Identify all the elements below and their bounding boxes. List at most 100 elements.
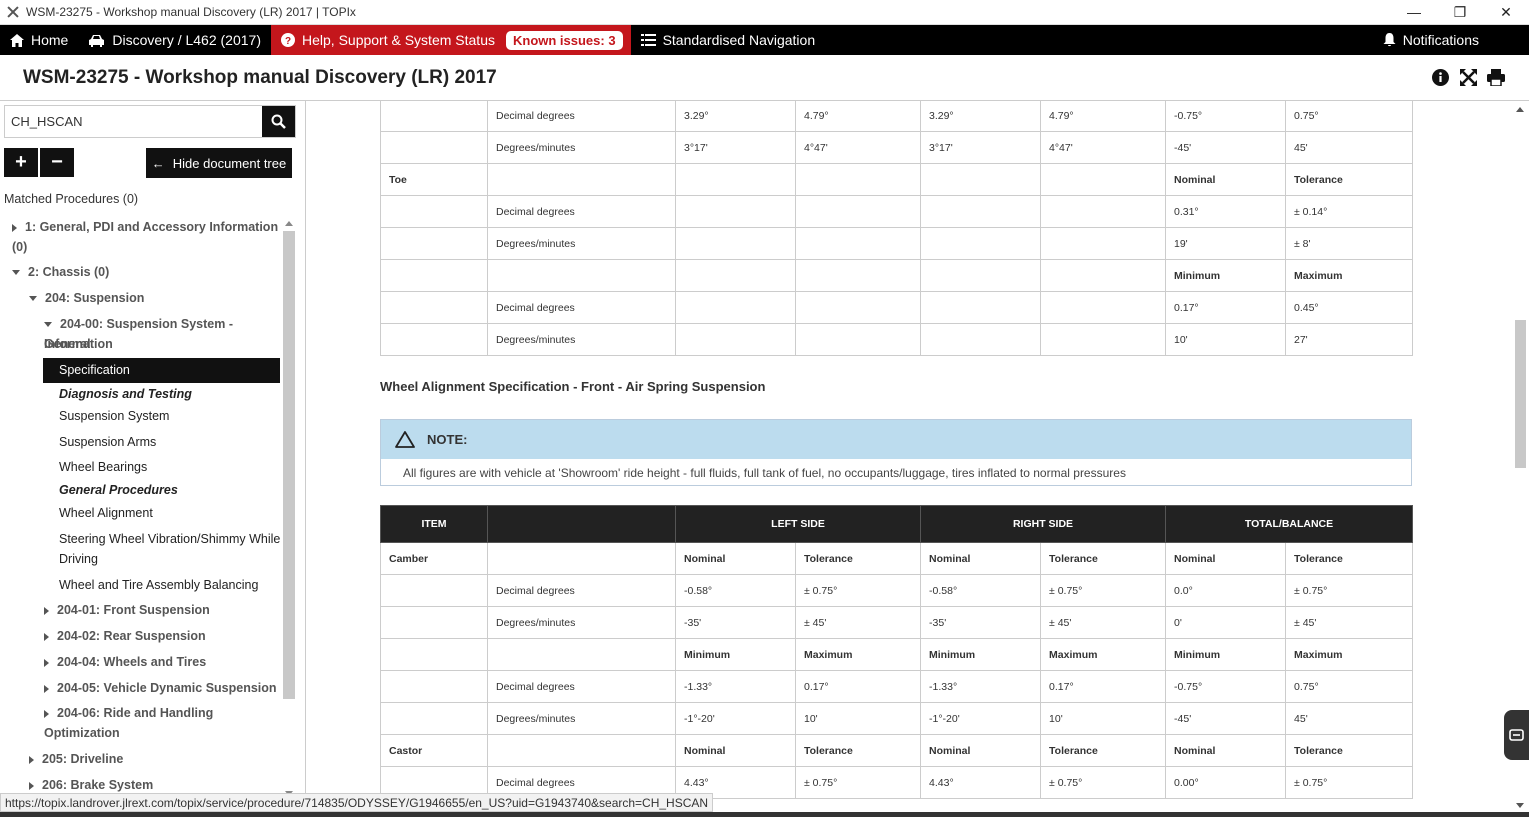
search-icon	[271, 114, 286, 129]
sidebar-scroll-thumb[interactable]	[283, 231, 295, 699]
caret-right-icon	[29, 755, 34, 764]
tree-item-wheel-bearings[interactable]: Wheel Bearings	[59, 457, 147, 477]
page-title: WSM-23275 - Workshop manual Discovery (L…	[23, 66, 497, 88]
tree-item-rear-suspension[interactable]: 204-02: Rear Suspension	[44, 626, 206, 646]
sidebar-scrollbar[interactable]	[283, 221, 295, 796]
scroll-up-icon[interactable]	[285, 221, 293, 226]
window-title: WSM-23275 - Workshop manual Discovery (L…	[26, 5, 356, 19]
close-button[interactable]: ✕	[1483, 0, 1529, 25]
tree-item-wheel-alignment[interactable]: Wheel Alignment	[59, 503, 153, 523]
column-header: RIGHT SIDE	[920, 505, 1167, 543]
hide-tree-label: Hide document tree	[172, 155, 287, 171]
column-header	[487, 505, 676, 543]
tree-item-suspension-arms[interactable]: Suspension Arms	[59, 432, 156, 452]
caret-down-icon	[44, 322, 52, 328]
column-header: ITEM	[380, 505, 488, 543]
nav-notifications[interactable]: Notifications	[1373, 25, 1529, 55]
caret-down-icon	[29, 296, 37, 302]
maximize-button[interactable]: ❐	[1437, 0, 1483, 25]
nav-vehicle[interactable]: Discovery / L462 (2017)	[78, 25, 271, 55]
expand-all-button[interactable]: +	[4, 148, 38, 177]
table-row: Decimal degrees 0.17° 0.45°	[380, 291, 1413, 324]
nav-notifications-label: Notifications	[1402, 32, 1479, 48]
scroll-down-icon[interactable]	[1516, 803, 1524, 808]
document-content: Decimal degrees 3.29° 4.79° 3.29° 4.79° -0.75…	[307, 101, 1512, 801]
nav-help[interactable]: ? Help, Support & System Status Known is…	[271, 25, 631, 55]
table-row: Degrees/minutes 3°17' 4°47' 3°17' 4°47' -45' 4…	[380, 131, 1413, 164]
content-scroll-thumb[interactable]	[1515, 320, 1526, 468]
table-row: Decimal degrees 0.31° ± 0.14°	[380, 195, 1413, 228]
column-header: TOTAL/BALANCE	[1165, 505, 1414, 543]
status-url: https://topix.landrover.jlrext.com/topix…	[0, 793, 714, 812]
caret-right-icon	[44, 606, 49, 615]
tree-item-brake-system[interactable]: 206: Brake System	[29, 775, 153, 793]
hide-document-tree-button[interactable]: ← Hide document tree	[146, 148, 292, 178]
app-icon	[6, 5, 20, 19]
nav-home[interactable]: Home	[0, 25, 78, 55]
matched-procedures: Matched Procedures (0)	[4, 192, 139, 206]
caret-right-icon	[44, 658, 49, 667]
tree-item-ride-handling-cont[interactable]: Optimization	[44, 723, 120, 743]
tree-item-specification[interactable]: Specification	[43, 358, 280, 383]
tree-item-suspension[interactable]: 204: Suspension	[29, 288, 144, 308]
tree-item-wheels-tires[interactable]: 204-04: Wheels and Tires	[44, 652, 206, 672]
tree-item-general[interactable]: 1: General, PDI and Accessory Informatio…	[12, 217, 278, 237]
tree-item-ride-handling[interactable]: 204-06: Ride and Handling	[44, 703, 213, 723]
question-circle-icon: ?	[281, 33, 295, 47]
top-nav-bar: Home Discovery / L462 (2017) ? Help, Sup…	[0, 25, 1529, 55]
info-icon[interactable]	[1431, 69, 1449, 87]
tree-item-wheel-balancing[interactable]: Wheel and Tire Assembly Balancing	[59, 575, 258, 595]
note-box: NOTE: All figures are with vehicle at 'S…	[380, 419, 1412, 486]
known-issues-badge[interactable]: Known issues: 3	[505, 30, 623, 50]
chat-icon	[1509, 728, 1524, 741]
tree-item-general-count: (0)	[12, 240, 28, 254]
tree-item-general-procedures: General Procedures	[59, 483, 178, 497]
caret-down-icon	[12, 270, 20, 276]
feedback-tab[interactable]	[1504, 710, 1529, 760]
nav-vehicle-label: Discovery / L462 (2017)	[112, 32, 261, 48]
car-icon	[89, 34, 105, 47]
tree-item-steering-vibration[interactable]: Steering Wheel Vibration/Shimmy While	[59, 529, 280, 549]
expand-icon[interactable]	[1459, 69, 1477, 87]
tree-item-steering-vibration-cont[interactable]: Driving	[59, 549, 98, 569]
search-button[interactable]	[262, 106, 295, 137]
caret-right-icon	[44, 709, 49, 718]
tree-item-suspension-general-cont[interactable]: Information	[44, 334, 113, 354]
table-row: Degrees/minutes 19' ± 8'	[380, 227, 1413, 260]
caret-right-icon	[12, 223, 17, 232]
table-row: Minimum Maximum	[380, 259, 1413, 292]
caret-right-icon	[44, 632, 49, 641]
table-row: Degrees/minutes -1°-20' 10' -1°-20' 10' -45' 4…	[380, 702, 1414, 735]
bell-icon	[1383, 33, 1396, 47]
tree-item-vehicle-dynamic[interactable]: 204-05: Vehicle Dynamic Suspension	[44, 678, 277, 698]
search-input[interactable]	[5, 106, 262, 137]
table-row: Decimal degrees 3.29° 4.79° 3.29° 4.79° -0.75…	[380, 101, 1413, 132]
list-icon	[640, 34, 656, 46]
print-icon[interactable]	[1487, 69, 1505, 87]
tree-item-driveline[interactable]: 205: Driveline	[29, 749, 123, 769]
collapse-all-button[interactable]: −	[40, 148, 74, 177]
tree-item-suspension-system[interactable]: Suspension System	[59, 406, 169, 426]
table-row: Degrees/minutes 10' 27'	[380, 323, 1413, 356]
table-row: Decimal degrees -0.58° ± 0.75° -0.58° ± 0.75…	[380, 574, 1414, 607]
home-icon	[10, 33, 24, 47]
caret-right-icon	[29, 781, 34, 790]
note-text: All figures are with vehicle at 'Showroo…	[403, 465, 1126, 480]
section-title: Wheel Alignment Specification - Front - …	[380, 379, 766, 394]
scroll-up-icon[interactable]	[1516, 107, 1524, 112]
content-scrollbar[interactable]	[1512, 101, 1529, 812]
document-tree: 1: General, PDI and Accessory Informatio…	[0, 215, 282, 793]
nav-help-label: Help, Support & System Status	[302, 32, 495, 48]
front-alignment-table: ITEM LEFT SIDE RIGHT SIDE TOTAL/BALANCE …	[380, 505, 1414, 799]
minimize-button[interactable]: —	[1391, 0, 1437, 25]
toe-spec-table: Decimal degrees 3.29° 4.79° 3.29° 4.79° -0.75…	[380, 101, 1413, 356]
document-tree-sidebar: + − ← Hide document tree Matched Procedu…	[0, 101, 306, 801]
tree-item-diagnosis: Diagnosis and Testing	[59, 387, 192, 401]
document-header: WSM-23275 - Workshop manual Discovery (L…	[0, 55, 1529, 101]
tree-item-chassis[interactable]: 2: Chassis (0)	[12, 262, 109, 282]
tree-item-front-suspension[interactable]: 204-01: Front Suspension	[44, 600, 210, 620]
table-row: Toe Nominal Tolerance	[380, 163, 1413, 196]
nav-standardised[interactable]: Standardised Navigation	[631, 25, 826, 55]
svg-text:?: ?	[285, 36, 291, 47]
bottom-border	[0, 812, 1529, 817]
